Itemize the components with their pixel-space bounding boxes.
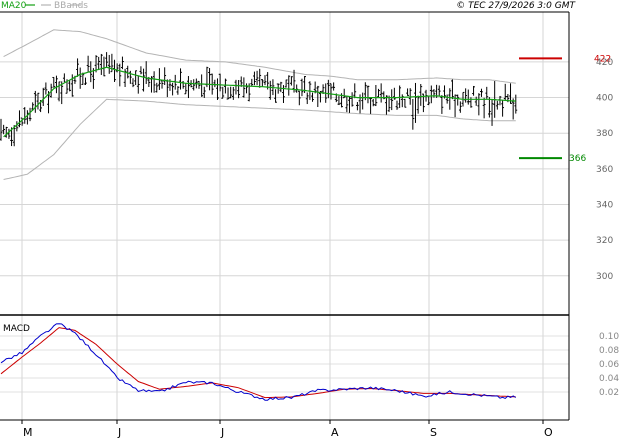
macd-y-axis-labels: 0.02 0.04 0.06 0.08 0.10 [599,332,619,398]
series-area: 422366 [0,29,611,180]
price-tick-label: 340 [596,200,613,210]
copyright-timestamp: © TEC 27/9/2026 3:0 GMT [456,1,576,11]
macd-tick-label: 0.02 [599,388,619,398]
macd-tick-label: 0.04 [599,374,619,384]
price-tick-label: 380 [596,129,613,139]
price-tick-label: 420 [596,58,613,68]
month-label: O [544,426,553,439]
price-tick-label: 320 [596,236,613,246]
macd-line [0,323,517,401]
price-tick-label: 360 [596,165,613,175]
stock-chart: 422366 MA20 BBands © TEC 27/9/2026 3:0 G… [0,1,619,439]
macd-panel-title: MACD [3,324,30,334]
macd-tick-label: 0.06 [599,360,619,370]
month-label: J [220,426,224,439]
macd-tick-label: 0.08 [599,346,619,356]
ma20-legend-label: MA20 [1,1,27,11]
month-label: J [117,426,121,439]
macd-area [0,323,517,401]
support-level-label: 366 [569,154,586,164]
month-label: A [331,426,339,439]
macd-tick-label: 0.10 [599,332,619,342]
chart-header: MA20 BBands © TEC 27/9/2026 3:0 GMT [1,1,577,11]
price-tick-label: 400 [596,94,613,104]
price-tick-label: 300 [596,272,613,282]
x-axis-labels: MJJASO [21,420,553,439]
bbands-lower-line [3,98,516,180]
month-label: S [430,426,437,439]
price-y-axis-labels: 300 320 340 360 380 400 420 [596,58,613,282]
bbands-legend-label: BBands [54,1,88,11]
macd-signal-line [0,327,516,399]
month-label: M [23,426,33,439]
